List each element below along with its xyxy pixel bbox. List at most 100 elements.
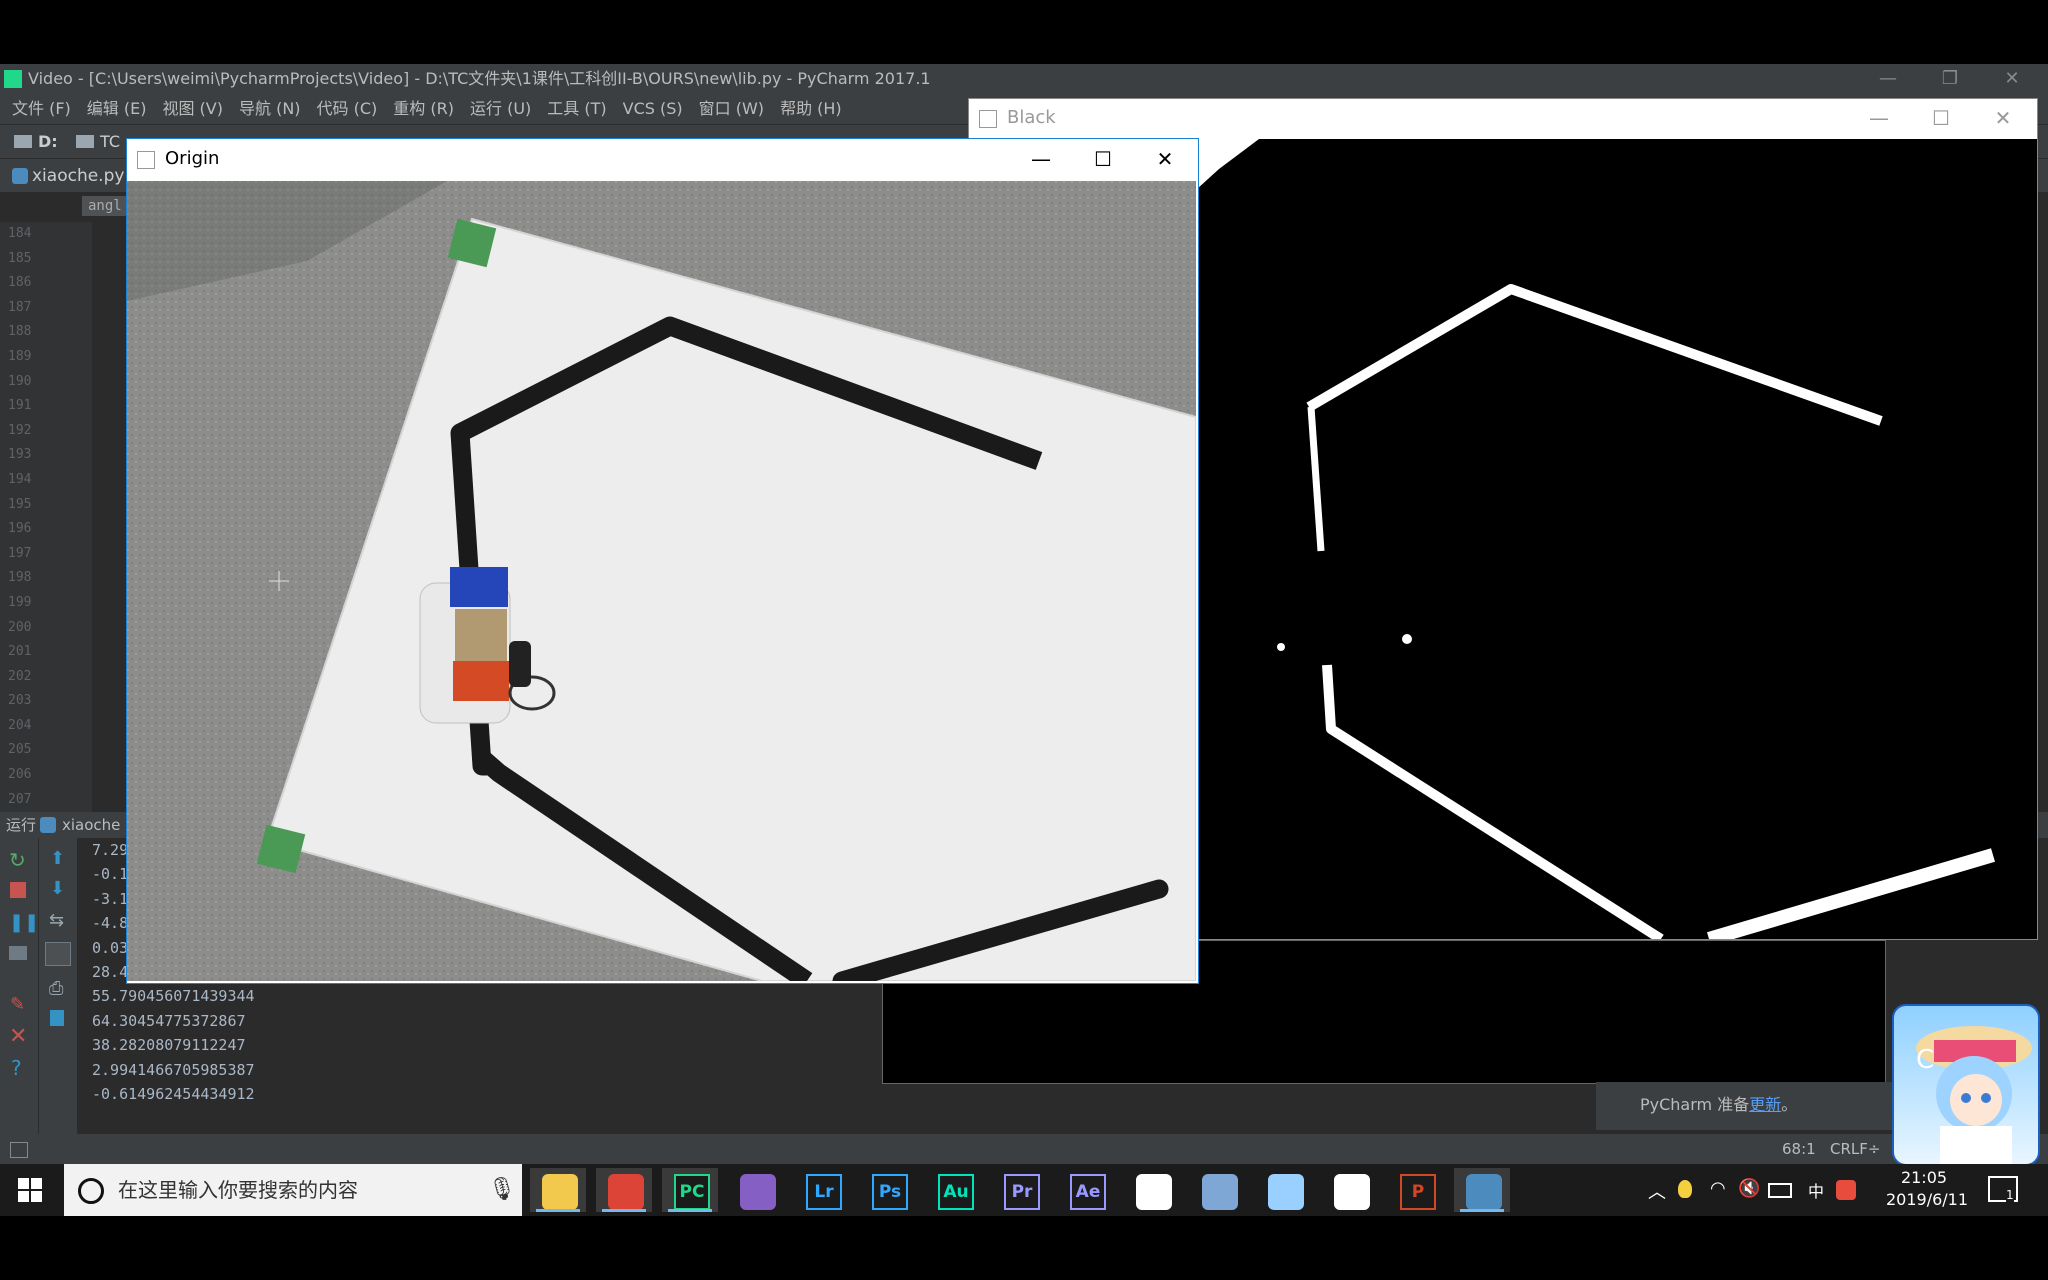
line-number: 205: [8, 742, 32, 758]
menu-refactor[interactable]: 重构 (R): [389, 94, 458, 124]
windows-start-icon[interactable]: [18, 1178, 42, 1202]
maximize-icon[interactable]: ☐: [1073, 139, 1133, 179]
close-icon[interactable]: ✕: [1982, 64, 2042, 94]
menu-window[interactable]: 窗口 (W): [695, 94, 768, 124]
pycharm-status-bar: 68:1 CRLF÷: [0, 1134, 2048, 1164]
line-number: 193: [8, 447, 32, 463]
tool-windows-icon[interactable]: [10, 1142, 28, 1158]
drive-icon: [14, 135, 32, 148]
taskbar-app-powerpoint[interactable]: P: [1388, 1168, 1444, 1212]
microphone-icon[interactable]: 🎙: [488, 1164, 516, 1216]
clock-date[interactable]: 2019/6/11: [1886, 1190, 1968, 1209]
network-icon[interactable]: ◠: [1710, 1178, 1726, 1199]
show-hidden-icons[interactable]: ︿: [1648, 1178, 1666, 1204]
pin-icon[interactable]: ✎: [10, 994, 25, 1015]
trash-icon[interactable]: [50, 1010, 64, 1026]
scroll-to-end-icon[interactable]: [45, 942, 71, 966]
running-indicator: [668, 1209, 712, 1212]
maximize-icon[interactable]: ☐: [1911, 99, 1971, 137]
photoshop-icon: Ps: [872, 1174, 908, 1210]
pycharm-logo-icon: [4, 70, 22, 88]
taskbar-app-pycharm[interactable]: PC: [662, 1168, 718, 1212]
taskbar-app-audition[interactable]: Au: [926, 1168, 982, 1212]
taskbar-app-python[interactable]: [1454, 1168, 1510, 1212]
menu-view[interactable]: 视图 (V): [158, 94, 227, 124]
run-label: 运行: [6, 816, 37, 834]
taskbar-app-after-effects[interactable]: Ae: [1058, 1168, 1114, 1212]
taskbar-app-photoshop[interactable]: Ps: [860, 1168, 916, 1212]
ime-indicator[interactable]: 中: [1808, 1178, 1824, 1202]
taskbar-app-network-app[interactable]: [1190, 1168, 1246, 1212]
taskbar-search-box[interactable]: 在这里输入你要搜索的内容 🎙: [64, 1164, 522, 1216]
update-link[interactable]: 更新: [1749, 1095, 1781, 1114]
line-number: 204: [8, 717, 32, 733]
run-toolbar-right: ⬆ ⬇ ⇆ ⎙: [38, 838, 77, 1134]
run-toolbar-left: ↻ ❚❚ ✎ ✕ ?: [0, 838, 39, 1134]
taskbar-app-visual-studio[interactable]: [728, 1168, 784, 1212]
code-breadcrumb[interactable]: angl: [82, 196, 128, 216]
black-title-bar[interactable]: Black — ☐ ✕: [969, 99, 2037, 139]
menu-run[interactable]: 运行 (U): [466, 94, 535, 124]
pause-icon[interactable]: ❚❚: [9, 912, 39, 933]
line-number: 194: [8, 471, 32, 487]
soft-wrap-icon[interactable]: ⇆: [49, 910, 64, 931]
update-notification[interactable]: PyCharm 准备更新。: [1596, 1082, 1896, 1130]
clock-time[interactable]: 21:05: [1886, 1168, 1962, 1187]
minimize-icon[interactable]: —: [1849, 99, 1909, 137]
minimize-icon[interactable]: —: [1858, 64, 1918, 94]
down-arrow-icon[interactable]: ⬇: [50, 878, 65, 899]
close-icon[interactable]: ✕: [1135, 139, 1195, 179]
volume-muted-icon[interactable]: 🔇: [1738, 1178, 1760, 1199]
taskbar-app-premiere[interactable]: Pr: [992, 1168, 1048, 1212]
system-tray: ︿ ◠ 🔇 中 21:05 2019/6/11 1: [1640, 1164, 2048, 1216]
up-arrow-icon[interactable]: ⬆: [50, 848, 65, 869]
menu-vcs[interactable]: VCS (S): [619, 94, 687, 124]
menu-tools[interactable]: 工具 (T): [543, 94, 610, 124]
taskbar-app-settings[interactable]: [1124, 1168, 1180, 1212]
visual-studio-icon: [740, 1174, 776, 1210]
rerun-icon[interactable]: ↻: [9, 848, 26, 872]
line-number: 196: [8, 521, 32, 537]
menu-navigate[interactable]: 导航 (N): [235, 94, 305, 124]
layout-icon[interactable]: [9, 946, 27, 960]
help-icon[interactable]: ?: [11, 1056, 22, 1080]
network-app-icon: [1202, 1174, 1238, 1210]
taskbar-app-file-explorer[interactable]: [530, 1168, 586, 1212]
running-indicator: [602, 1209, 646, 1212]
origin-window[interactable]: Origin — ☐ ✕: [126, 138, 1199, 984]
line-separator[interactable]: CRLF÷: [1830, 1134, 1880, 1164]
menu-file[interactable]: 文件 (F): [8, 94, 75, 124]
taskbar-app-clock-app[interactable]: [1322, 1168, 1378, 1212]
close-run-icon[interactable]: ✕: [9, 1024, 27, 1049]
line-number: 188: [8, 324, 32, 340]
assistant-avatar[interactable]: C: [1892, 1004, 2040, 1166]
taskbar-app-lightroom[interactable]: Lr: [794, 1168, 850, 1212]
sogou-icon[interactable]: [1836, 1180, 1856, 1200]
camera-image: [127, 181, 1196, 981]
taskbar-app-chrome[interactable]: [596, 1168, 652, 1212]
minimize-icon[interactable]: —: [1011, 139, 1071, 179]
print-icon[interactable]: ⎙: [49, 978, 63, 999]
breadcrumb-folder[interactable]: TC: [100, 125, 120, 159]
line-number: 185: [8, 250, 32, 266]
taskbar-app-notes-app[interactable]: [1256, 1168, 1312, 1212]
line-number: 199: [8, 594, 32, 610]
running-indicator: [1460, 1209, 1504, 1212]
qq-icon[interactable]: [1678, 1180, 1692, 1198]
origin-title-bar[interactable]: Origin — ☐ ✕: [127, 139, 1198, 181]
tab-xiaoche-py[interactable]: xiaoche.py: [32, 159, 124, 193]
python-icon: [1466, 1174, 1502, 1210]
caret-position[interactable]: 68:1: [1782, 1134, 1816, 1164]
restore-icon[interactable]: ❐: [1920, 64, 1980, 94]
line-number: 207: [8, 791, 32, 807]
run-config-tab[interactable]: xiaoche (: [62, 812, 131, 838]
menu-help[interactable]: 帮助 (H): [776, 94, 846, 124]
close-icon[interactable]: ✕: [1973, 99, 2033, 137]
menu-code[interactable]: 代码 (C): [313, 94, 382, 124]
premiere-icon: Pr: [1004, 1174, 1040, 1210]
stop-icon[interactable]: [10, 882, 26, 898]
menu-edit[interactable]: 编辑 (E): [83, 94, 151, 124]
powerpoint-icon: P: [1400, 1174, 1436, 1210]
battery-icon[interactable]: [1768, 1183, 1792, 1198]
breadcrumb-drive[interactable]: D:: [38, 125, 58, 159]
